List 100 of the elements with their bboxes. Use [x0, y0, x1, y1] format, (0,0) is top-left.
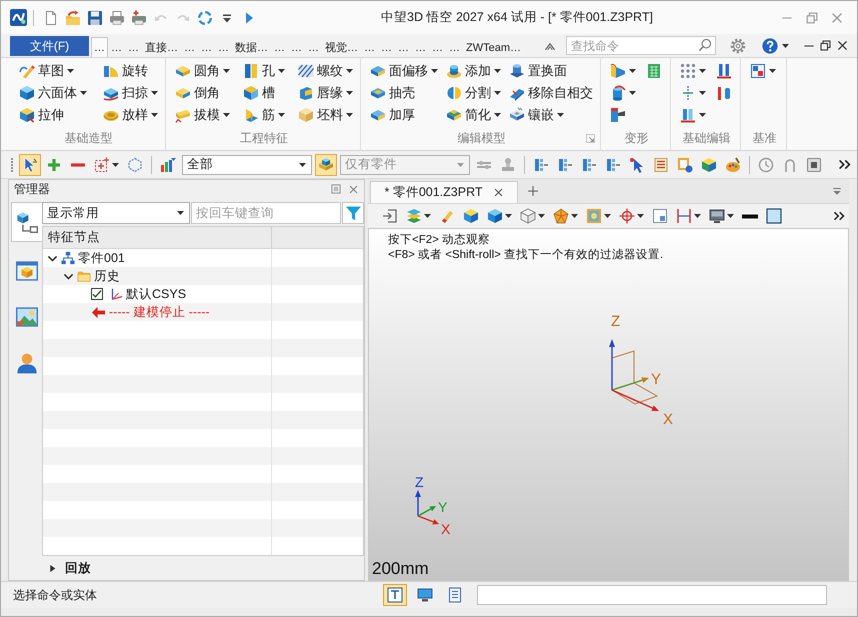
ribbon-button[interactable]: 面偏移 [368, 60, 440, 82]
ribbon-button[interactable]: 加厚 [368, 104, 440, 126]
filter-combo-box[interactable]: 显示常用 [42, 202, 190, 224]
ribbon-tab[interactable]: … [412, 37, 429, 57]
wireframe-cube-icon [520, 208, 536, 224]
search-field[interactable]: 按回车键查询 [191, 202, 341, 224]
grid-panel-icon [646, 63, 662, 79]
minimize-icon[interactable] [803, 44, 815, 46]
ribbon-button[interactable]: 筋 [241, 104, 287, 126]
text-frame-button[interactable] [383, 584, 407, 606]
app-logo-icon[interactable] [10, 9, 27, 26]
restore-icon[interactable] [819, 39, 832, 52]
landscape-picture-icon [16, 306, 38, 328]
ribbon-tab[interactable]: 直接… [142, 37, 181, 57]
ribbon-tab[interactable]: … [378, 37, 395, 57]
ribbon-tab[interactable]: … [288, 37, 305, 57]
ribbon-button[interactable]: 圆角 [173, 60, 232, 82]
y-axis-arrow [612, 377, 649, 391]
document-tab[interactable]: * 零件001.Z3PRT [370, 181, 518, 203]
ribbon-button[interactable]: 放样 [101, 104, 160, 126]
arch-icon [782, 156, 798, 172]
ribbon-button[interactable]: 唇缘 [296, 82, 355, 104]
dock-square-icon[interactable] [330, 183, 342, 195]
close-icon[interactable] [836, 39, 849, 52]
group-title: 工程特征 [240, 130, 288, 147]
minimize-icon [780, 16, 792, 18]
ribbon-tab[interactable]: … [395, 37, 412, 57]
file-menu-button[interactable]: 文件(F) [10, 36, 89, 56]
command-input-field[interactable] [477, 585, 827, 605]
ribbon-button[interactable]: 抽壳 [368, 82, 440, 104]
ribbon-button[interactable]: 拉伸 [17, 104, 89, 126]
tree-item-label[interactable]: 零件001 [78, 250, 125, 266]
ribbon-button[interactable]: 分割 [444, 82, 503, 104]
panel-tiles-icon [533, 156, 549, 172]
ribbon-tab[interactable]: … [271, 37, 288, 57]
ribbon-button[interactable]: 镶嵌 [507, 104, 595, 126]
add-frame-icon [94, 156, 110, 172]
ribbon-button[interactable]: 旋转 [101, 60, 160, 82]
ribbon-tab[interactable]: 数据… [232, 37, 271, 57]
ribbon-button[interactable]: 简化 [444, 104, 503, 126]
ribbon-button[interactable]: 添加 [444, 60, 503, 82]
corner-arrow-icon[interactable] [586, 134, 595, 143]
bent-plate-icon [610, 63, 626, 79]
paint-palette-icon [725, 156, 741, 172]
cube-on-plate-button[interactable] [315, 154, 337, 176]
ribbon-button[interactable]: 孔 [241, 60, 287, 82]
ribbon-button[interactable]: 螺纹 [296, 60, 355, 82]
ribbon-tab[interactable]: … [125, 37, 142, 57]
layered-slab-icon [370, 107, 386, 123]
ribbon-tab[interactable]: … [198, 37, 215, 57]
panel-tiles-icon [605, 156, 621, 172]
ribbon-tab[interactable]: … [91, 37, 108, 57]
axis-label: Z [415, 474, 424, 490]
ribbon-button[interactable]: 槽 [241, 82, 287, 104]
ribbon-tab[interactable]: … [181, 37, 198, 57]
filter-button[interactable] [342, 202, 364, 224]
caret-bar-down-icon[interactable] [831, 185, 843, 197]
tree-item-label[interactable]: ----- 建模停止 ----- [109, 304, 210, 320]
ribbon-tab[interactable]: … [446, 37, 463, 57]
gear-icon[interactable] [730, 38, 746, 54]
ribbon-tab[interactable]: … [361, 37, 378, 57]
tree-item-label[interactable]: 历史 [94, 268, 120, 284]
chevrons-right-icon[interactable] [833, 210, 845, 222]
ribbon-button[interactable]: 扫掠 [101, 82, 160, 104]
combo-box[interactable]: 全部 [182, 154, 312, 174]
ribbon-button[interactable]: 移除自相交 [507, 82, 595, 104]
cube-tree-tab[interactable] [11, 202, 42, 242]
ribbon-tab[interactable]: … [108, 37, 125, 57]
chevrons-right-icon[interactable] [838, 158, 851, 171]
ribbon-button[interactable]: 六面体 [17, 82, 89, 104]
swept-block-icon [103, 85, 119, 101]
ribbon-tab[interactable]: 视觉… [322, 37, 361, 57]
axis-label: Y [651, 371, 662, 388]
new-document-icon [43, 10, 59, 26]
search-icon [698, 38, 712, 52]
ribbon-button[interactable]: 坯料 [296, 104, 355, 126]
group-title: 基础编辑 [682, 130, 730, 147]
ribbon-tab[interactable]: … [305, 37, 322, 57]
plus-thin-icon[interactable] [527, 185, 539, 197]
ribbon-tab[interactable]: … [215, 37, 232, 57]
panel-tiles-icon [557, 156, 573, 172]
close-icon[interactable] [492, 187, 504, 198]
axis-label: X [441, 521, 450, 537]
cursor-arrow-button[interactable] [19, 154, 41, 176]
ribbon-tab[interactable]: ZWTeam… [463, 37, 524, 57]
help-icon[interactable] [762, 38, 778, 54]
simplified-block-icon [446, 107, 462, 123]
ribbon-button[interactable]: 拔模 [173, 104, 232, 126]
document-lines-icon [447, 587, 463, 603]
ribbon-button[interactable]: 置换面 [507, 60, 595, 82]
search-field[interactable]: 查找命令 [566, 36, 716, 55]
status-message: 选择命令或实体 [13, 586, 98, 604]
hexagon-outline-icon [127, 156, 143, 172]
exit-door-icon [382, 208, 398, 224]
tree-item-label[interactable]: 默认CSYS [126, 286, 186, 302]
ribbon-button[interactable]: 草图 [17, 60, 89, 82]
ribbon-button[interactable]: 倒角 [173, 82, 232, 104]
checkbox[interactable] [91, 288, 103, 300]
ribbon-tab[interactable]: … [429, 37, 446, 57]
scale-label: 200mm [372, 559, 429, 579]
